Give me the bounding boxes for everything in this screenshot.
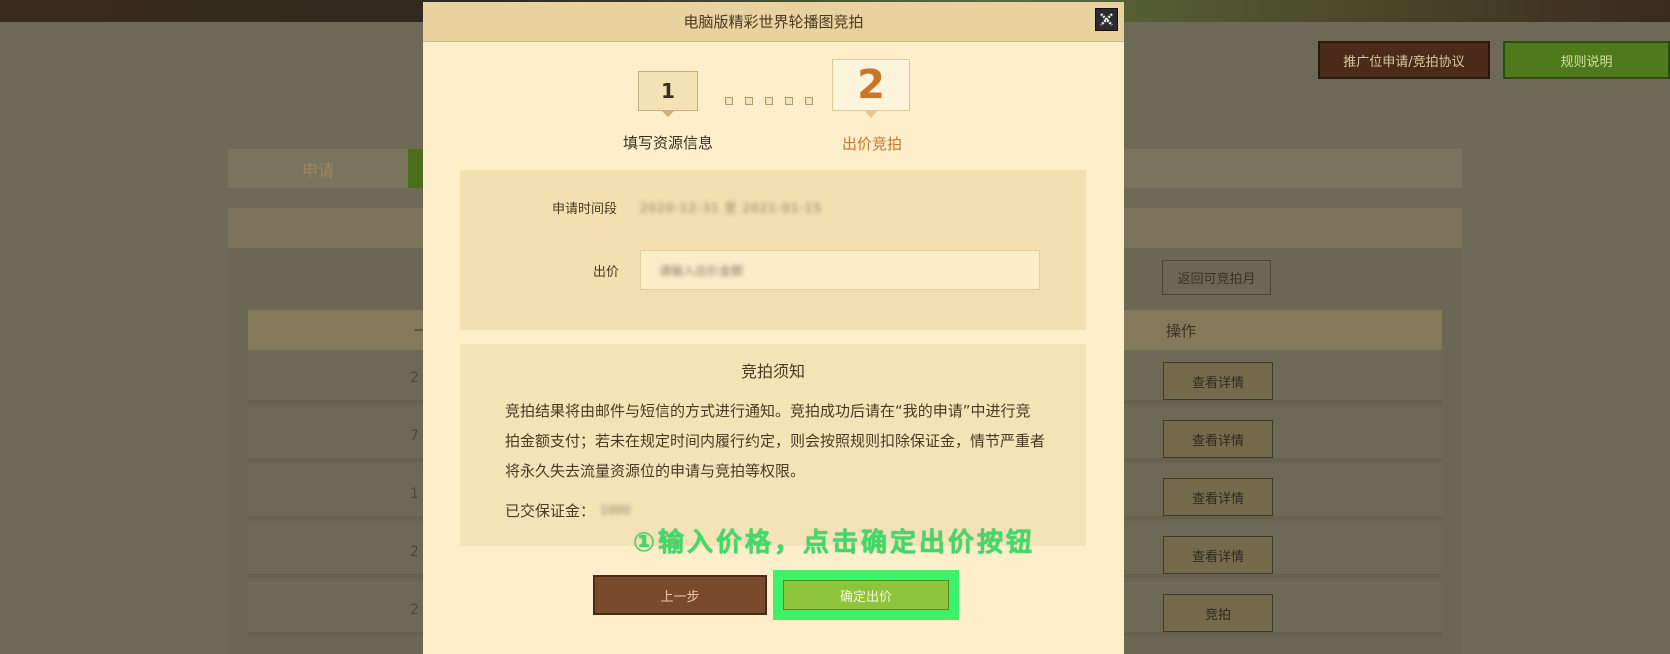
step-connector-dot: [785, 97, 793, 105]
table-header-ops: 操作: [1166, 321, 1197, 340]
step-connector-dot: [765, 97, 773, 105]
step-1-indicator: 1: [638, 71, 698, 111]
price-input-value: 请输入出价金额: [659, 263, 744, 278]
view-details-button[interactable]: 查看详情: [1163, 420, 1273, 458]
step-connector-dot: [805, 97, 813, 105]
agreement-button[interactable]: 推广位申请/竞拍协议: [1318, 41, 1490, 79]
confirm-highlight: 确定出价: [773, 570, 959, 620]
confirm-bid-button[interactable]: 确定出价: [783, 580, 949, 610]
view-details-button[interactable]: 查看详情: [1163, 536, 1273, 574]
step-1-label: 填写资源信息: [622, 134, 713, 152]
step-connector-dot: [745, 97, 753, 105]
price-input[interactable]: 请输入出价金额: [640, 250, 1040, 290]
previous-step-button[interactable]: 上一步: [593, 575, 767, 615]
row-number: 2: [410, 370, 419, 386]
step-2-label: 出价竞拍: [841, 135, 902, 153]
row-number: 2: [410, 602, 419, 618]
bid-button[interactable]: 竞拍: [1163, 594, 1273, 632]
step-connector-dot: [725, 97, 733, 105]
bid-modal: 电脑版精彩世界轮播图竞拍 1 2 填写资源信息 出价竞拍 申请时间段 2020-…: [423, 2, 1124, 654]
deposit-value: 1000: [600, 503, 631, 517]
period-value: 2020-12-31 至 2021-01-15: [640, 201, 823, 215]
bid-form: 申请时间段 2020-12-31 至 2021-01-15 出价 请输入出价金额: [460, 170, 1086, 330]
deposit-label: 已交保证金：: [505, 502, 596, 520]
return-button[interactable]: 返回可竞拍月: [1162, 260, 1271, 295]
modal-title: 电脑版精彩世界轮播图竞拍: [683, 13, 864, 31]
notice-box: 竞拍须知 竞拍结果将由邮件与短信的方式进行通知。竞拍成功后请在“我的申请”中进行…: [460, 344, 1086, 546]
price-label: 出价: [593, 265, 620, 280]
row-number: 1: [410, 486, 419, 502]
view-details-button[interactable]: 查看详情: [1163, 478, 1273, 516]
close-button[interactable]: [1095, 8, 1118, 31]
step-2-pointer: [864, 110, 878, 118]
notice-body: 竞拍结果将由邮件与短信的方式进行通知。竞拍成功后请在“我的申请”中进行竞拍金额支…: [505, 402, 1046, 480]
period-label: 申请时间段: [552, 202, 618, 217]
view-details-button[interactable]: 查看详情: [1163, 362, 1273, 400]
tutorial-annotation: ①输入价格，点击确定出价按钮: [633, 528, 1036, 558]
tab-apply[interactable]: 申请: [228, 149, 408, 188]
rules-button[interactable]: 规则说明: [1503, 41, 1670, 79]
row-number: 2: [410, 544, 419, 560]
row-number: 7: [410, 428, 419, 444]
close-icon: [1100, 13, 1113, 26]
step-1-pointer: [661, 110, 675, 117]
notice-title: 竞拍须知: [740, 362, 805, 381]
step-2-indicator: 2: [832, 59, 910, 111]
